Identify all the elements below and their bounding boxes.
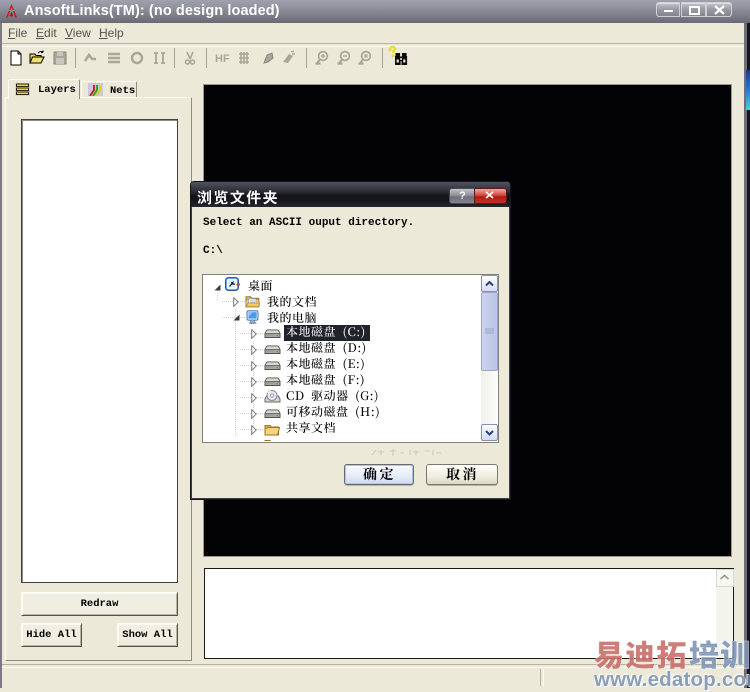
svg-text:HF: HF <box>215 53 230 65</box>
